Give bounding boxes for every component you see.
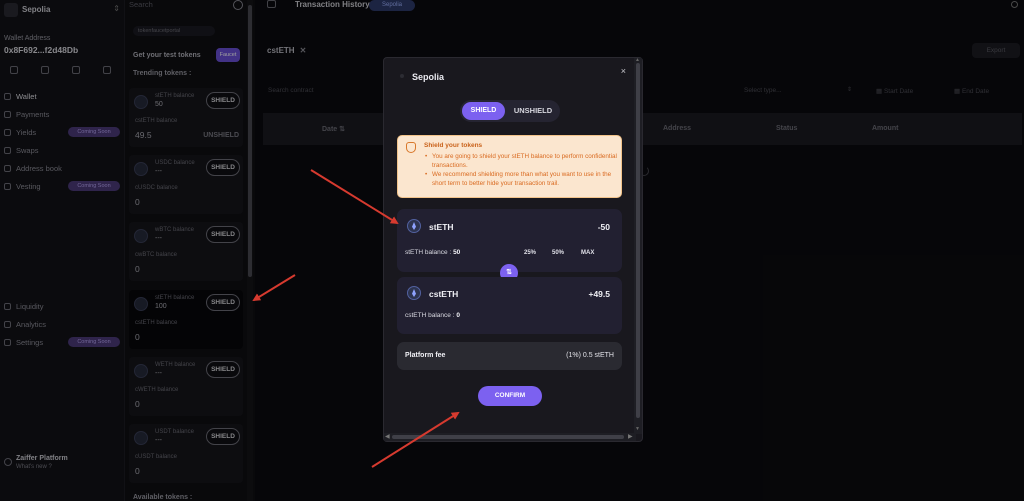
to-amount: +49.5 bbox=[588, 289, 610, 299]
warning-title: Shield your tokens bbox=[424, 142, 483, 149]
from-amount-input[interactable]: -50 bbox=[598, 222, 610, 232]
scrollbar-thumb[interactable] bbox=[636, 63, 640, 418]
warning-item: We recommend shielding more than what yo… bbox=[424, 170, 622, 188]
shield-warning-banner: Shield your tokens You are going to shie… bbox=[397, 135, 622, 198]
scrollbar-thumb[interactable] bbox=[392, 435, 624, 439]
fee-label: Platform fee bbox=[405, 352, 446, 359]
from-balance: stETH balance : 50 bbox=[405, 249, 460, 256]
to-balance: cstETH balance : 0 bbox=[405, 312, 460, 319]
cseth-logo-icon bbox=[407, 286, 421, 300]
shield-warning-icon bbox=[406, 142, 416, 153]
shield-unshield-toggle: SHIELD UNSHIELD bbox=[460, 100, 560, 122]
modal-vertical-scrollbar[interactable]: ▲ ▼ bbox=[634, 57, 642, 434]
to-token-name: cstETH bbox=[429, 289, 459, 299]
steth-logo-icon bbox=[407, 219, 421, 233]
confirm-button[interactable]: CONFIRM bbox=[478, 386, 542, 406]
network-dot-icon bbox=[400, 74, 404, 78]
from-balance-label: stETH balance : bbox=[405, 249, 452, 256]
scroll-down-icon[interactable]: ▼ bbox=[635, 426, 640, 432]
shield-modal: Sepolia × SHIELD UNSHIELD Shield your to… bbox=[383, 57, 643, 442]
scroll-left-icon[interactable]: ◀ bbox=[385, 433, 390, 440]
preset-max-button[interactable]: MAX bbox=[581, 250, 594, 256]
modal-network-title: Sepolia bbox=[412, 72, 445, 82]
scroll-right-icon[interactable]: ▶ bbox=[628, 433, 633, 440]
fee-value: (1%) 0.5 stETH bbox=[566, 352, 614, 359]
warning-item: You are going to shield your stETH balan… bbox=[424, 152, 622, 170]
from-token-box: stETH -50 stETH balance : 50 25% 50% MAX bbox=[397, 209, 622, 272]
from-token-name: stETH bbox=[429, 222, 454, 232]
preset-50-button[interactable]: 50% bbox=[552, 250, 564, 256]
to-balance-label: cstETH balance : bbox=[405, 312, 455, 319]
from-balance-value: 50 bbox=[453, 249, 461, 256]
warning-list: You are going to shield your stETH balan… bbox=[424, 152, 622, 188]
to-token-box: cstETH +49.5 cstETH balance : 0 bbox=[397, 277, 622, 334]
platform-fee-row: Platform fee (1%) 0.5 stETH bbox=[397, 342, 622, 370]
preset-25-button[interactable]: 25% bbox=[524, 250, 536, 256]
tab-unshield[interactable]: UNSHIELD bbox=[508, 102, 558, 120]
close-icon[interactable]: × bbox=[621, 66, 626, 76]
modal-horizontal-scrollbar[interactable]: ◀ ▶ bbox=[384, 433, 636, 441]
app-window: Sepolia ⇕ Wallet Address 0x8F692...f2d48… bbox=[0, 0, 1024, 501]
tab-shield[interactable]: SHIELD bbox=[462, 102, 505, 120]
to-balance-value: 0 bbox=[456, 312, 460, 319]
